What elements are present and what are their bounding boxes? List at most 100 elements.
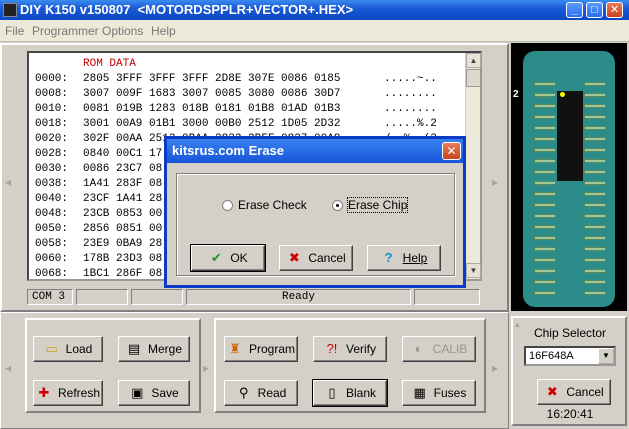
zif-pin [534, 203, 556, 207]
dialog-title: kitsrus.com Erase [172, 143, 285, 158]
zif-pin [584, 159, 606, 163]
blank-button[interactable]: ▯ Blank [312, 379, 388, 407]
zif-pin [534, 126, 556, 130]
erase-check-radio[interactable]: Erase Check [222, 198, 307, 212]
pin1-label: 2 [513, 89, 519, 100]
chip-cancel-button[interactable]: ✖ Cancel [537, 379, 611, 405]
bottom-frame [0, 312, 509, 429]
verify-button[interactable]: ?! Verify [313, 336, 387, 362]
dialog-cancel-button[interactable]: ✖ Cancel [279, 245, 353, 271]
dialog-ok-label: OK [230, 251, 248, 265]
zif-pin [534, 181, 556, 185]
merge-icon: ▤ [127, 341, 141, 356]
menu-file[interactable]: File [5, 24, 24, 38]
menu-programmer[interactable]: Programmer [32, 24, 99, 38]
dialog-cancel-label: Cancel [308, 251, 346, 265]
zif-pin [584, 126, 606, 130]
read-label: Read [257, 386, 287, 400]
dialog-ok-button[interactable]: ✔ OK [190, 244, 266, 272]
divider-arrow-icon: ▸ [203, 361, 210, 375]
zif-pin [584, 192, 606, 196]
cancel-x-icon: ✖ [288, 250, 300, 265]
scroll-up-icon[interactable]: ▲ [466, 53, 481, 68]
scroll-down-icon[interactable]: ▼ [466, 263, 481, 278]
left-arrow-icon: ◂ [5, 175, 12, 189]
zif-pin [584, 181, 606, 185]
calib-label: CALIB [432, 342, 468, 356]
zif-pin [584, 93, 606, 97]
chip-selector-title: Chip Selector [533, 326, 607, 340]
chip-select-value: 16F648A [529, 350, 574, 362]
read-button[interactable]: ⚲ Read [224, 380, 298, 406]
zif-pin [584, 269, 606, 273]
load-button[interactable]: ▭ Load [33, 336, 103, 362]
zif-pin [534, 148, 556, 152]
merge-button[interactable]: ▤ Merge [118, 336, 190, 362]
zif-pin [584, 214, 606, 218]
maximize-button[interactable]: □ [586, 2, 603, 18]
zif-pin [534, 258, 556, 262]
zif-pin [534, 115, 556, 119]
zif-pin [534, 93, 556, 97]
menu-help[interactable]: Help [151, 24, 176, 38]
zif-pin [584, 170, 606, 174]
scroll-thumb[interactable] [466, 69, 481, 87]
clock-time: 16:20:41 [546, 407, 594, 421]
fuses-button[interactable]: ▦ Fuses [402, 380, 476, 406]
zif-pin [534, 280, 556, 284]
window-title: DIY K150 v150807 <MOTORDSPPLR+VECTOR+.HE… [20, 2, 354, 17]
left-arrow-icon: ◂ [5, 361, 12, 375]
fuses-icon: ▦ [413, 385, 426, 400]
calib-button[interactable]: ◐ CALIB [402, 336, 476, 362]
erase-chip-radio[interactable]: Erase Chip [332, 197, 409, 213]
zif-pin [534, 170, 556, 174]
zif-pin [584, 148, 606, 152]
help-question-icon: ? [384, 250, 393, 265]
zif-pin [584, 82, 606, 86]
zif-pin [534, 236, 556, 240]
load-label: Load [65, 342, 93, 356]
zif-pin [584, 280, 606, 284]
program-button[interactable]: ♜ Program [224, 336, 298, 362]
hex-scrollbar[interactable]: ▲ ▼ [465, 53, 481, 279]
folder-icon: ▭ [45, 341, 58, 356]
chevron-down-icon[interactable]: ▼ [598, 348, 614, 364]
dialog-help-button[interactable]: ? Help [367, 245, 441, 271]
menu-bar: File Programmer Options Help [0, 20, 629, 42]
zif-pin [534, 214, 556, 218]
zif-pin [584, 137, 606, 141]
verify-icon: ?! [326, 341, 338, 356]
status-cell-empty [131, 289, 183, 305]
blank-page-icon: ▯ [328, 385, 336, 400]
chip-select[interactable]: 16F648A ▼ [524, 346, 616, 366]
zif-pin [534, 291, 556, 295]
erase-chip-label: Erase Chip [346, 197, 409, 213]
zif-pin [534, 269, 556, 273]
minimize-button[interactable]: _ [566, 2, 583, 18]
erase-dialog: kitsrus.com Erase ✕ Erase Check Erase Ch… [164, 136, 466, 288]
fuses-label: Fuses [433, 386, 467, 400]
program-label: Program [248, 342, 295, 356]
status-cell-empty [76, 289, 128, 305]
refresh-icon: ✚ [38, 385, 50, 400]
menu-options[interactable]: Options [102, 24, 143, 38]
calib-icon: ◐ [414, 341, 423, 356]
right-arrow-icon: ▸ [492, 361, 499, 375]
refresh-button[interactable]: ✚ Refresh [33, 380, 103, 406]
refresh-label: Refresh [57, 386, 101, 400]
close-button[interactable]: ✕ [606, 2, 623, 18]
save-button[interactable]: ▣ Save [118, 380, 190, 406]
zif-pins-left [534, 82, 556, 304]
zif-pin [584, 203, 606, 207]
cancel-x-icon: ✖ [546, 384, 558, 399]
dialog-help-label: Help [402, 251, 428, 265]
verify-label: Verify [345, 342, 376, 356]
zif-pin [584, 247, 606, 251]
zif-pins-right [584, 82, 606, 304]
rom-data-header: ROM DATA [83, 58, 136, 70]
zif-pin [534, 159, 556, 163]
checkmark-icon: ✔ [210, 250, 222, 265]
right-arrow-icon: ▸ [492, 175, 499, 189]
pin1-marker-icon [560, 92, 565, 97]
dialog-close-icon[interactable]: ✕ [442, 142, 461, 160]
